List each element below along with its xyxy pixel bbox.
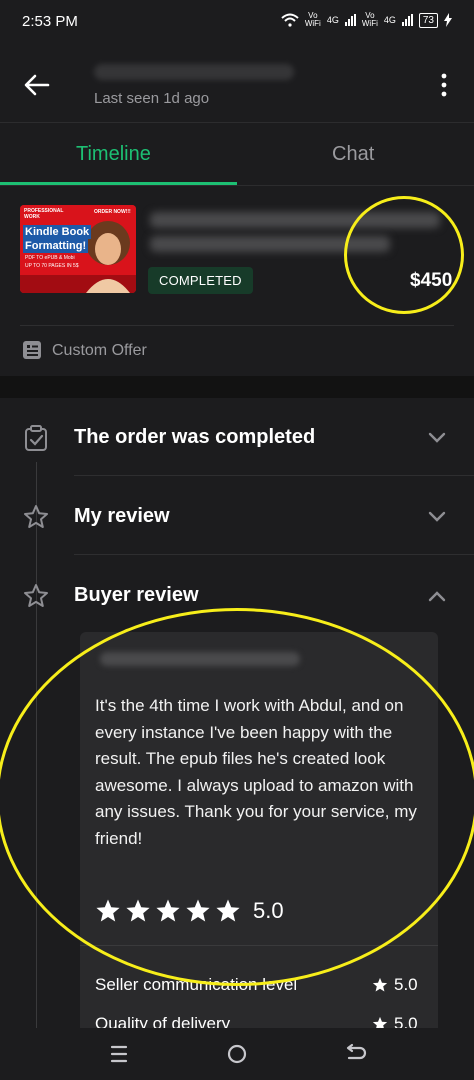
menu-icon[interactable] <box>106 1041 132 1067</box>
card-divider <box>20 325 454 326</box>
wifi-icon <box>281 13 299 27</box>
status-badge: COMPLETED <box>148 267 253 294</box>
timeline-title-my-review[interactable]: My review <box>74 505 170 528</box>
network-gen-1: 4G <box>326 15 339 25</box>
tabs-divider <box>0 185 474 186</box>
criterion-score: 5.0 <box>394 975 418 994</box>
back-nav-icon[interactable] <box>342 1041 368 1067</box>
timeline-divider <box>74 554 474 555</box>
tab-chat[interactable]: Chat <box>332 143 374 166</box>
network-gen-2: 4G <box>383 15 396 25</box>
back-arrow-icon[interactable] <box>22 70 52 100</box>
network-label-2: Vo WiFi <box>361 11 378 28</box>
timeline-divider <box>74 475 474 476</box>
home-circle-icon[interactable] <box>224 1041 250 1067</box>
timeline-title-completed[interactable]: The order was completed <box>74 426 315 449</box>
chevron-up-icon[interactable] <box>424 583 450 609</box>
review-highlight-ellipse <box>0 608 474 986</box>
more-vert-icon[interactable] <box>436 72 452 98</box>
signal-icon-2 <box>401 14 413 26</box>
document-list-icon <box>23 341 41 359</box>
price-highlight-circle <box>344 196 464 314</box>
network-label-1: Vo WiFi <box>304 11 321 28</box>
thumb-tag-1: PROFESSIONAL WORK <box>24 208 64 220</box>
tabs-bar <box>0 122 474 187</box>
tab-timeline[interactable]: Timeline <box>76 143 151 166</box>
thumb-sub-2: UP TO 70 PAGES IN 5$ <box>25 263 79 269</box>
thumb-tag-2: ORDER NOW!!! <box>94 209 131 215</box>
thumb-sub-1: PDF TO ePUB & Mobi <box>25 255 75 261</box>
order-thumbnail[interactable]: PROFESSIONAL WORK ORDER NOW!!! Kindle Bo… <box>20 205 136 293</box>
star-outline-icon <box>24 584 48 607</box>
battery-icon: 73 <box>418 12 438 28</box>
last-seen-text: Last seen 1d ago <box>94 90 210 107</box>
chevron-down-icon[interactable] <box>424 425 450 451</box>
contact-name-redacted <box>94 64 294 80</box>
charging-icon <box>444 13 452 27</box>
status-time: 2:53 PM <box>22 13 78 30</box>
timeline-title-buyer-review[interactable]: Buyer review <box>74 584 199 607</box>
thumb-title-1: Kindle Book <box>23 225 92 239</box>
thumb-title-2: Formatting! <box>23 239 89 253</box>
chevron-down-icon[interactable] <box>424 504 450 530</box>
criterion-value: 5.0 <box>372 975 418 995</box>
star-filled-icon <box>372 977 388 992</box>
star-outline-icon <box>24 505 48 528</box>
section-separator <box>0 376 474 398</box>
status-icons: Vo WiFi 4G Vo WiFi 4G 73 <box>281 12 452 28</box>
clipboard-check-icon <box>25 425 47 451</box>
custom-offer-label: Custom Offer <box>52 342 147 359</box>
signal-icon <box>344 14 356 26</box>
